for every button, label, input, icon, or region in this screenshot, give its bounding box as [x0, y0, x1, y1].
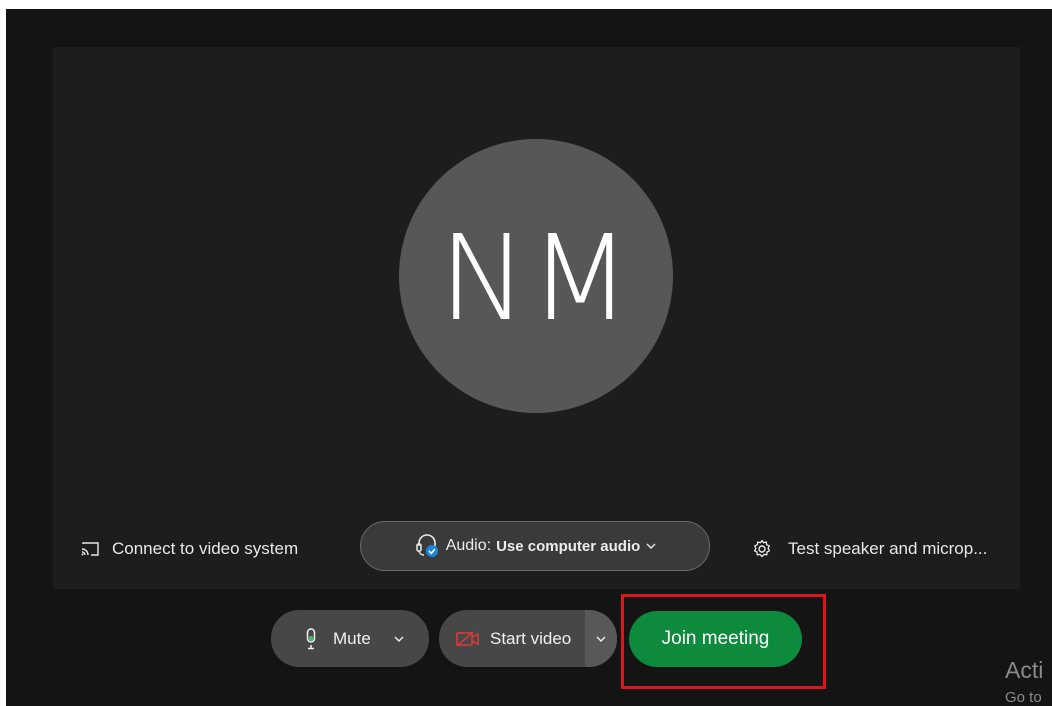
- headset-icon: [414, 534, 440, 558]
- gear-icon: [753, 539, 771, 558]
- start-video-button[interactable]: Start video: [439, 610, 585, 667]
- join-meeting-button[interactable]: Join meeting: [629, 611, 802, 667]
- test-speaker-mic-button[interactable]: Test speaker and microp...: [752, 537, 987, 561]
- avatar-initials: NM: [438, 209, 634, 347]
- mute-options-dropdown[interactable]: [379, 610, 419, 667]
- activation-watermark-title: Acti: [1005, 657, 1044, 683]
- cast-icon: [81, 542, 99, 556]
- mute-button[interactable]: Mute: [271, 610, 371, 667]
- video-preview-area: NM Connect to video system Audio: Use co…: [53, 47, 1020, 589]
- audio-selector-button[interactable]: Audio: Use computer audio: [360, 521, 710, 571]
- chevron-down-icon: [596, 636, 606, 642]
- video-control: Start video: [439, 610, 617, 667]
- connect-video-system-label: Connect to video system: [112, 539, 299, 558]
- meeting-preview-window: NM Connect to video system Audio: Use co…: [6, 9, 1052, 706]
- avatar: NM: [399, 139, 673, 413]
- mute-label: Mute: [333, 628, 371, 648]
- video-options-dropdown[interactable]: [585, 610, 617, 667]
- join-meeting-label: Join meeting: [661, 628, 770, 649]
- chevron-down-icon: [394, 636, 404, 642]
- audio-prefix-label: Audio:: [445, 537, 492, 554]
- start-video-label: Start video: [490, 628, 572, 648]
- audio-value-label: Use computer audio: [496, 537, 641, 555]
- mute-control: Mute: [271, 610, 429, 667]
- activation-watermark-subtitle: Go to: [1005, 689, 1042, 706]
- chevron-down-icon: [646, 542, 656, 550]
- video-off-icon: [456, 630, 479, 647]
- microphone-icon: [306, 627, 316, 649]
- test-speaker-mic-label: Test speaker and microp...: [788, 539, 988, 558]
- connect-video-system-button[interactable]: Connect to video system: [80, 537, 298, 561]
